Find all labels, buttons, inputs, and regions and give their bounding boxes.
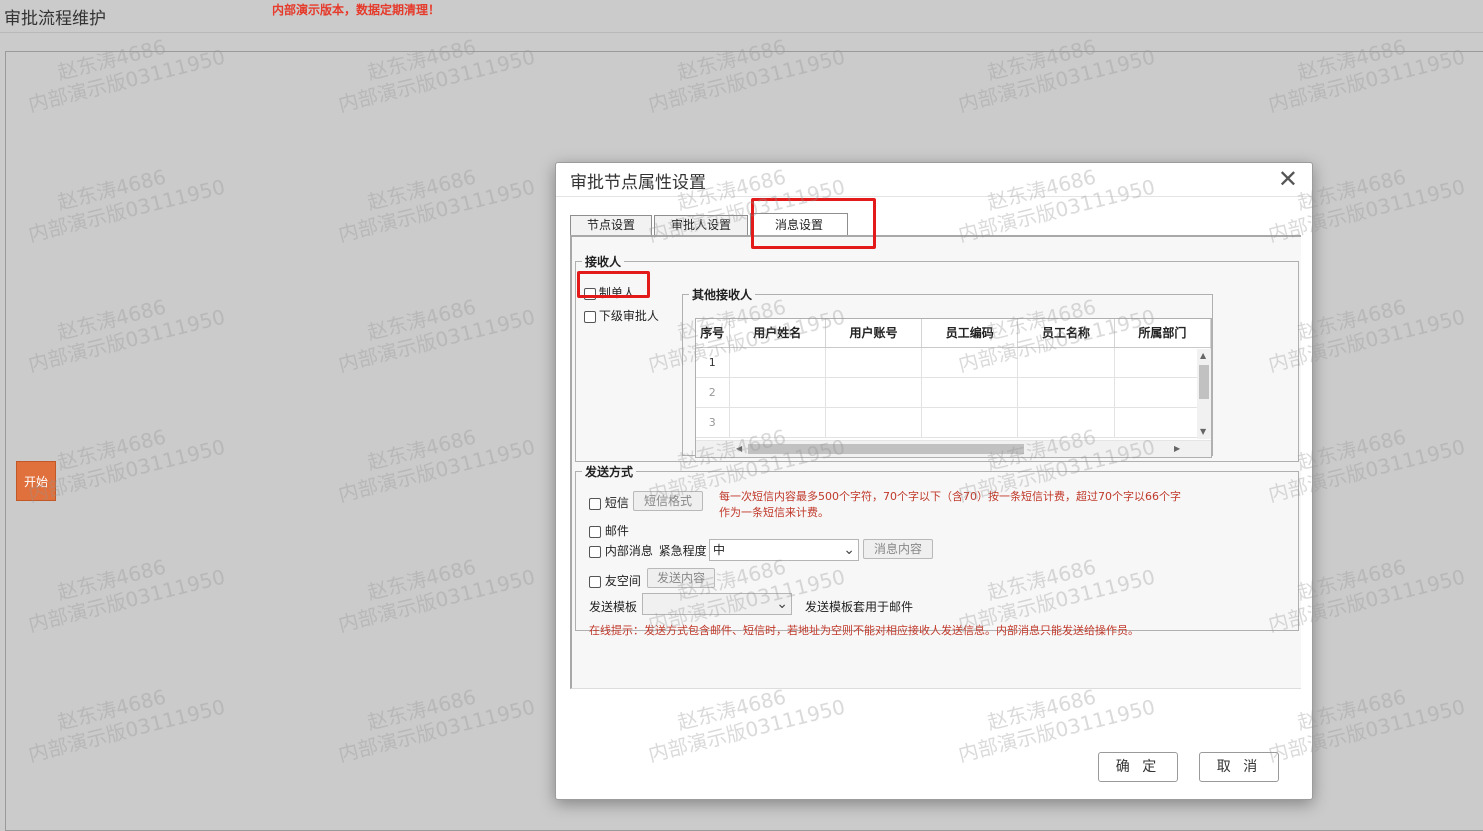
vertical-scroll-thumb[interactable] [1199,365,1209,399]
column-header: 所属部门 [1114,319,1211,348]
dialog-header-divider [556,196,1312,197]
next-approver-option[interactable]: 下级审批人 [584,307,659,324]
urgency-select[interactable]: 中 ⌄ [709,539,859,561]
table-cell[interactable] [1017,377,1115,408]
urgency-value: 中 [713,543,726,557]
internal-message-option[interactable]: 内部消息 紧急程度 [589,542,707,559]
creator-option[interactable]: 制单人 [584,284,635,301]
email-label: 邮件 [604,524,629,538]
message-content-button[interactable]: 消息内容 [863,539,933,559]
send-method-legend: 发送方式 [585,465,634,479]
urgency-label: 紧急程度 [658,544,707,558]
table-header-row: 序号 用户姓名 用户账号 员工编码 员工名称 所属部门 [696,319,1211,348]
friend-space-checkbox[interactable] [589,575,601,588]
vertical-scrollbar[interactable]: ▲ ▼ [1197,349,1211,439]
table-cell[interactable] [921,347,1019,378]
template-note: 发送模板套用于邮件 [805,600,914,614]
column-header: 员工编码 [921,319,1019,348]
table-cell[interactable] [1017,347,1115,378]
recipients-legend: 接收人 [585,255,622,269]
table-row[interactable]: 3 [696,407,1211,438]
table-cell[interactable] [921,407,1019,438]
scroll-up-icon[interactable]: ▲ [1200,351,1206,360]
table-cell[interactable] [825,407,923,438]
scroll-down-icon[interactable]: ▼ [1200,427,1206,436]
scroll-left-icon[interactable]: ◀ [736,444,742,453]
table-row[interactable]: 2 [696,377,1211,408]
sms-note-line-2: 作为一条短信来计费。 [719,506,829,519]
row-number: 1 [696,347,730,378]
chevron-down-icon[interactable]: ⌄ [843,540,855,560]
demo-notice: 内部演示版本，数据定期清理！ [272,3,441,17]
table-row[interactable]: 1 [696,347,1211,378]
internal-message-label: 内部消息 [604,544,653,558]
title-divider [0,32,1483,33]
sms-checkbox[interactable] [589,497,601,510]
next-approver-label: 下级审批人 [598,309,659,323]
chevron-down-icon[interactable]: ⌄ [776,594,788,614]
horizontal-scroll-thumb[interactable] [748,444,1024,454]
friend-space-label: 友空间 [604,574,641,588]
table-cell[interactable] [729,407,826,438]
table-cell[interactable] [825,377,923,408]
row-number: 2 [696,377,730,408]
send-content-button[interactable]: 发送内容 [647,568,715,588]
recipients-table: 序号 用户姓名 用户账号 员工编码 员工名称 所属部门 1 2 3 [696,319,1211,438]
template-label: 发送模板 [589,600,638,614]
sms-option[interactable]: 短信 [589,494,629,511]
template-select[interactable]: ⌄ [642,593,792,615]
recipients-grid: 序号 用户姓名 用户账号 员工编码 员工名称 所属部门 1 2 3 ▲ ▼ ◀ … [695,318,1212,458]
next-approver-checkbox[interactable] [584,310,596,323]
ok-button[interactable]: 确 定 [1098,752,1178,782]
table-cell[interactable] [729,377,826,408]
node-properties-dialog: 审批节点属性设置 ✕ 节点设置 审批人设置 消息设置 接收人 制单人 下级审批人… [555,162,1313,800]
close-icon[interactable]: ✕ [1278,165,1298,193]
sms-format-button[interactable]: 短信格式 [633,491,703,511]
tab-node-settings[interactable]: 节点设置 [570,215,653,235]
row-number: 3 [696,407,730,438]
internal-message-checkbox[interactable] [589,545,601,558]
cancel-button[interactable]: 取 消 [1199,752,1279,782]
page-title: 审批流程维护 [4,9,106,29]
online-hint: 在线提示：发送方式包含邮件、短信时，若地址为空则不能对相应接收人发送信息。内部消… [589,624,1139,637]
dialog-title: 审批节点属性设置 [570,173,706,193]
recipients-group: 接收人 制单人 下级审批人 其他接收人 序号 用户姓名 用户账号 员工编码 员工… [575,253,1299,462]
tab-message-settings[interactable]: 消息设置 [750,213,849,235]
table-cell[interactable] [921,377,1019,408]
horizontal-scrollbar[interactable]: ◀ ▶ [696,440,1211,457]
start-node[interactable]: 开始 [16,461,56,501]
column-header: 用户姓名 [729,319,826,348]
email-option[interactable]: 邮件 [589,522,629,539]
column-header: 序号 [696,319,730,348]
scroll-right-icon[interactable]: ▶ [1174,444,1180,453]
column-header: 员工名称 [1017,319,1115,348]
column-header: 用户账号 [825,319,923,348]
creator-label: 制单人 [598,286,635,300]
send-method-group: 发送方式 短信 短信格式 每一次短信内容最多500个字符，70个字以下（含70）… [575,463,1299,637]
other-recipients-group: 其他接收人 序号 用户姓名 用户账号 员工编码 员工名称 所属部门 1 2 3 … [682,286,1213,458]
email-checkbox[interactable] [589,525,601,538]
other-recipients-legend: 其他接收人 [692,288,753,302]
sms-note-line-1: 每一次短信内容最多500个字符，70个字以下（含70）按一条短信计费，超过70个… [719,490,1181,503]
table-cell[interactable] [825,347,923,378]
tab-bar: 节点设置 审批人设置 消息设置 [570,213,850,235]
tab-approver-settings[interactable]: 审批人设置 [654,215,749,235]
message-settings-panel: 接收人 制单人 下级审批人 其他接收人 序号 用户姓名 用户账号 员工编码 员工… [570,235,1301,689]
sms-label: 短信 [604,496,629,510]
creator-checkbox[interactable] [584,287,596,300]
table-cell[interactable] [729,347,826,378]
table-cell[interactable] [1017,407,1115,438]
friend-space-option[interactable]: 友空间 [589,572,641,589]
